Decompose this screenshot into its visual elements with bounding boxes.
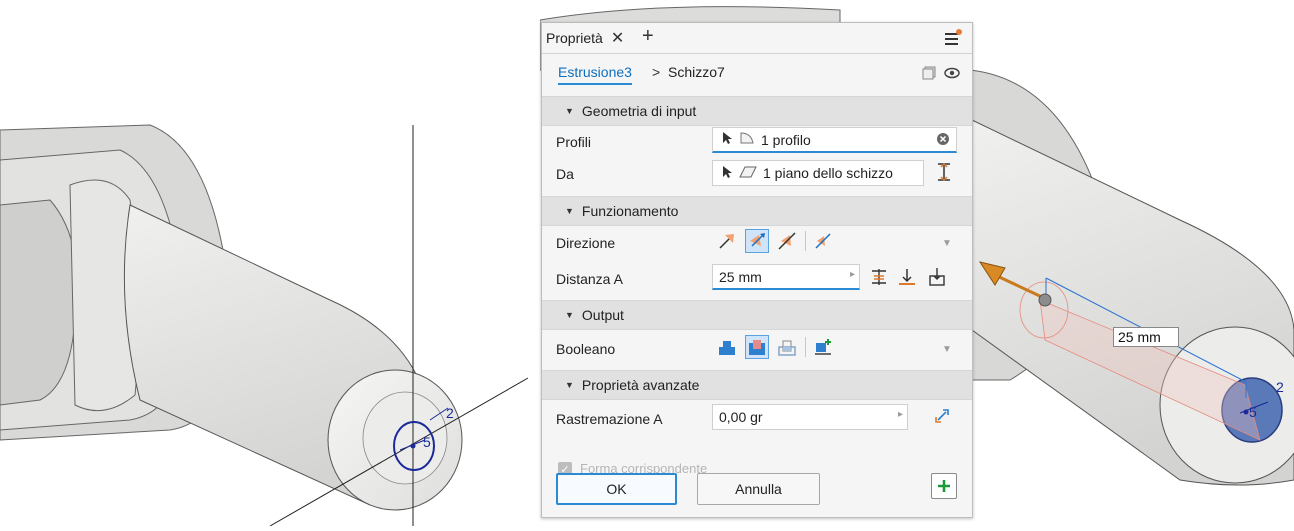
- collapse-triangle-icon: ▼: [565, 106, 574, 116]
- collapse-triangle-icon: ▼: [565, 380, 574, 390]
- direction-label: Direzione: [556, 235, 616, 251]
- section-title: Funzionamento: [581, 203, 679, 219]
- visibility-eye-icon[interactable]: [944, 66, 960, 80]
- boolean-dropdown-icon[interactable]: ▼: [942, 344, 952, 355]
- separator: [805, 337, 806, 357]
- direction-dropdown-icon[interactable]: ▼: [942, 238, 952, 249]
- select-cursor-icon: [721, 131, 733, 148]
- tab-properties[interactable]: Proprietà ✕: [542, 23, 624, 53]
- left-sketch-dim-small: 2: [446, 405, 454, 421]
- copy-icon[interactable]: [922, 66, 936, 80]
- properties-panel: Proprietà ✕ + Estrusione3 > Schizzo7 ▼ G…: [541, 22, 973, 518]
- breadcrumb-sketch[interactable]: Schizzo7: [668, 64, 725, 80]
- from-selector[interactable]: 1 piano dello schizzo: [712, 160, 924, 186]
- left-sketch-dim-dia: 5: [423, 434, 431, 450]
- section-title: Proprietà avanzate: [581, 377, 700, 393]
- collapse-triangle-icon: ▼: [565, 206, 574, 216]
- through-all-icon[interactable]: [927, 267, 947, 290]
- to-icon[interactable]: [897, 267, 917, 290]
- section-input-geometry[interactable]: ▼ Geometria di input: [542, 96, 972, 126]
- taper-value: 0,00 gr: [719, 409, 763, 425]
- profile-icon: [739, 131, 755, 148]
- new-solid-icon[interactable]: [811, 335, 835, 359]
- add-tab-icon[interactable]: +: [642, 25, 654, 48]
- profiles-label: Profili: [556, 134, 592, 150]
- taper-menu-arrow-icon[interactable]: ▸: [898, 409, 903, 420]
- taper-input[interactable]: 0,00 gr ▸: [712, 404, 908, 430]
- close-icon[interactable]: ✕: [611, 28, 624, 48]
- collapse-triangle-icon: ▼: [565, 310, 574, 320]
- distance-dimension-label[interactable]: 25 mm: [1113, 327, 1179, 347]
- direction-asymmetric-icon[interactable]: [811, 229, 835, 253]
- boolean-intersect-icon[interactable]: [775, 335, 799, 359]
- boolean-cut-icon[interactable]: [745, 335, 769, 359]
- from-extent-icon[interactable]: [935, 162, 953, 185]
- from-value: 1 piano dello schizzo: [763, 165, 893, 181]
- profiles-value: 1 profilo: [761, 131, 811, 148]
- breadcrumb-separator: >: [652, 64, 661, 80]
- distance-input[interactable]: 25 mm ▸: [712, 264, 860, 290]
- direction-symmetric-icon[interactable]: [775, 229, 799, 253]
- taper-flip-icon[interactable]: [932, 406, 952, 429]
- sketch-plane-icon: [739, 165, 757, 181]
- profiles-selector[interactable]: 1 profilo: [712, 127, 957, 153]
- clear-selection-icon[interactable]: [936, 132, 950, 149]
- distance-menu-arrow-icon[interactable]: ▸: [850, 269, 855, 280]
- tab-properties-label: Proprietà: [546, 30, 603, 46]
- direction-default-icon[interactable]: [715, 229, 739, 253]
- plus-icon: [938, 480, 950, 492]
- apply-add-button[interactable]: [931, 473, 957, 499]
- distance-mode-icon[interactable]: [869, 267, 889, 290]
- section-title: Geometria di input: [581, 103, 697, 119]
- select-cursor-icon: [721, 165, 733, 182]
- cancel-button[interactable]: Annulla: [697, 473, 820, 505]
- from-label: Da: [556, 166, 574, 182]
- taper-label: Rastremazione A: [556, 411, 663, 427]
- direction-flipped-icon[interactable]: [745, 229, 769, 253]
- left-model-render: 5 2: [0, 124, 529, 527]
- boolean-label: Booleano: [556, 341, 616, 357]
- menu-icon[interactable]: [944, 29, 962, 47]
- distance-label: Distanza A: [556, 271, 623, 287]
- right-sketch-dim-dia: 5: [1249, 404, 1257, 420]
- separator: [805, 231, 806, 251]
- left-viewport[interactable]: 5 2: [0, 0, 540, 527]
- manipulator-handle: [1038, 293, 1052, 307]
- right-sketch-dim-small: 2: [1276, 379, 1284, 395]
- section-behavior[interactable]: ▼ Funzionamento: [542, 196, 972, 226]
- section-output[interactable]: ▼ Output: [542, 300, 972, 330]
- boolean-join-icon[interactable]: [715, 335, 739, 359]
- section-title: Output: [581, 307, 624, 323]
- ok-button[interactable]: OK: [556, 473, 677, 505]
- section-advanced[interactable]: ▼ Proprietà avanzate: [542, 370, 972, 400]
- breadcrumb-feature-link[interactable]: Estrusione3: [558, 64, 632, 85]
- distance-value: 25 mm: [719, 268, 762, 285]
- panel-tab-bar: Proprietà ✕ +: [542, 23, 972, 54]
- breadcrumb: Estrusione3 > Schizzo7: [542, 54, 972, 94]
